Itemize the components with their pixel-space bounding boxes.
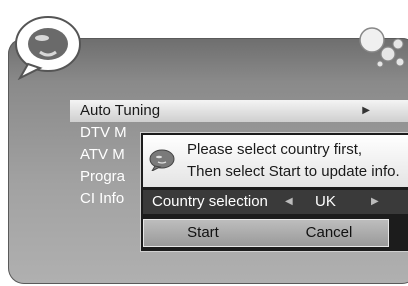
country-value: UK (315, 193, 336, 210)
menu-item-auto-tuning[interactable]: Auto Tuning ▶ (70, 100, 408, 122)
menu-item-label: DTV M (80, 124, 127, 141)
menu-item-label: ATV M (80, 146, 125, 163)
country-selection-label: Country selection (152, 193, 268, 210)
dialog-button-row: Start Cancel (143, 219, 389, 247)
dialog-message-line-2: Then select Start to update info. (187, 163, 400, 180)
start-button[interactable]: Start (144, 220, 262, 246)
decorative-bubbles-icon (359, 27, 405, 68)
speech-bubble-logo-icon (15, 16, 81, 80)
menu-item-label: CI Info (80, 190, 125, 207)
country-selection-dialog: Please select country first, Then select… (140, 132, 408, 252)
left-triangle-icon[interactable]: ◀ (285, 190, 293, 214)
dialog-message-line-1: Please select country first, (187, 141, 363, 158)
dialog-message-box: Please select country first, Then select… (143, 135, 408, 187)
speech-bubble-icon (149, 149, 175, 171)
cancel-button[interactable]: Cancel (270, 220, 388, 246)
menu-item-label: Auto Tuning (80, 102, 161, 119)
menu-item-label: Progra (80, 168, 126, 185)
right-triangle-icon: ▶ (362, 105, 370, 116)
country-selector[interactable]: Country selection ◀ UK ▶ (143, 190, 408, 214)
right-triangle-icon[interactable]: ▶ (371, 190, 379, 214)
